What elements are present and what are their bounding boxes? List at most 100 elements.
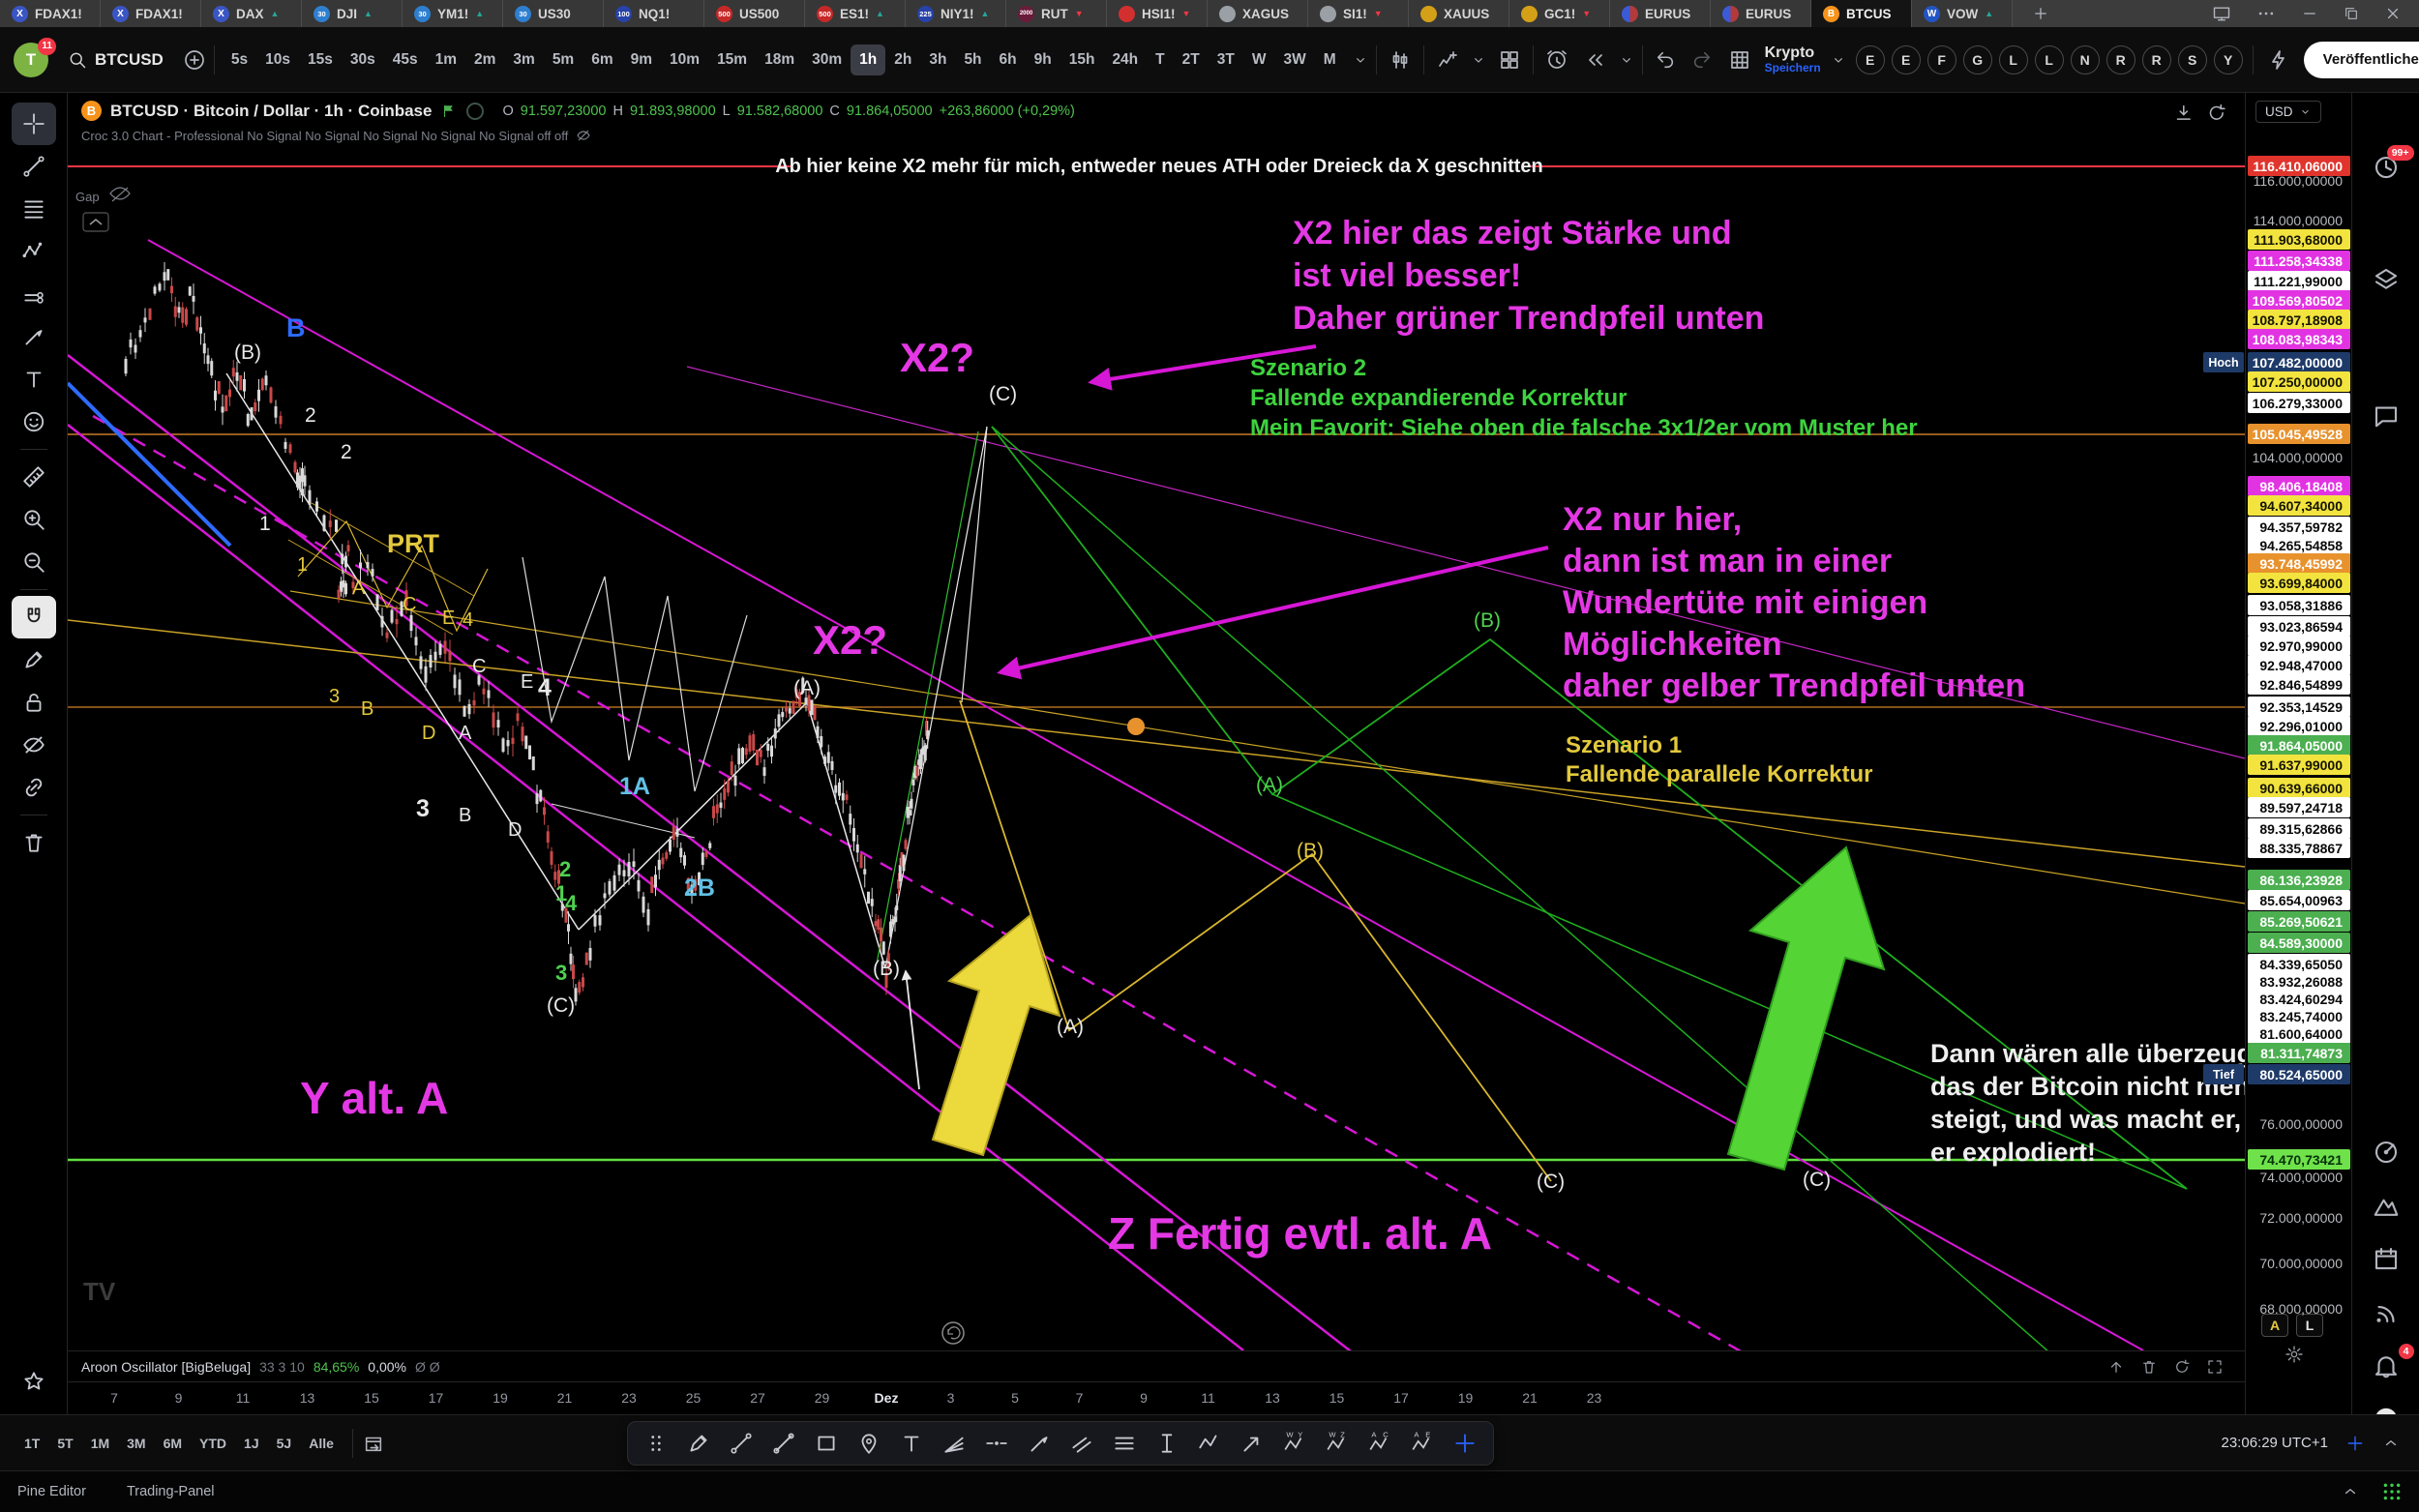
wave-label[interactable]: 3: [416, 795, 430, 822]
clock-panel-icon[interactable]: 99+: [2372, 153, 2401, 182]
timeframe-15s[interactable]: 15s: [299, 44, 342, 75]
window-tab-xauus[interactable]: XAUUS: [1409, 0, 1509, 27]
timeframe-6h[interactable]: 6h: [991, 44, 1026, 75]
wave-label[interactable]: 1: [297, 554, 308, 576]
chevron-down-icon[interactable]: [1831, 52, 1846, 68]
window-tab-xagus[interactable]: XAGUS: [1208, 0, 1308, 27]
wz-draw-tool[interactable]: WZ: [1319, 1425, 1356, 1462]
range-3m[interactable]: 3M: [118, 1430, 154, 1457]
note-marker-icon[interactable]: [1127, 718, 1145, 735]
rectpts-draw-tool[interactable]: [808, 1425, 845, 1462]
wave-label[interactable]: (A): [1256, 774, 1283, 796]
fan-draw-tool[interactable]: [936, 1425, 972, 1462]
trend-line[interactable]: [962, 427, 987, 702]
window-tab-nq1[interactable]: 100NQ1!: [604, 0, 704, 27]
magnet-tool[interactable]: [12, 596, 56, 638]
undo-button[interactable]: [1651, 45, 1680, 74]
wave-label[interactable]: D: [508, 819, 522, 841]
window-tab-ym1[interactable]: 30YM1!▲: [403, 0, 503, 27]
range-ytd[interactable]: YTD: [191, 1430, 235, 1457]
window-tab-dax[interactable]: XDAX▲: [201, 0, 302, 27]
apps-grid-icon[interactable]: [2382, 1482, 2402, 1501]
range-5j[interactable]: 5J: [268, 1430, 301, 1457]
wave-label[interactable]: 2: [341, 441, 352, 463]
wave-label[interactable]: 1A: [619, 773, 650, 800]
ray-draw-tool[interactable]: [765, 1425, 802, 1462]
timeframe-M[interactable]: M: [1315, 44, 1345, 75]
wave-label[interactable]: 3: [329, 686, 340, 707]
crosshair-tool[interactable]: [12, 103, 56, 145]
channel-draw-tool[interactable]: [1063, 1425, 1100, 1462]
wave-label[interactable]: B: [286, 313, 306, 342]
saved-layout-e[interactable]: E: [1892, 45, 1921, 74]
timeframe-5s[interactable]: 5s: [223, 44, 256, 75]
window-tab-btcus[interactable]: BBTCUS: [1811, 0, 1912, 27]
timeframe-9h[interactable]: 9h: [1026, 44, 1060, 75]
timeframe-45s[interactable]: 45s: [384, 44, 427, 75]
wave-label[interactable]: E: [521, 671, 533, 693]
timeframe-3h[interactable]: 3h: [920, 44, 955, 75]
collapse-panel-icon[interactable]: [2382, 1435, 2400, 1452]
wy-draw-tool[interactable]: WY: [1276, 1425, 1313, 1462]
link-tool[interactable]: [12, 766, 56, 809]
crosshair-blue-icon[interactable]: [2345, 1434, 2365, 1453]
avatar[interactable]: T 11: [14, 43, 48, 77]
wave-label[interactable]: (B): [873, 958, 900, 980]
timeframe-3T[interactable]: 3T: [1209, 44, 1243, 75]
timeframe-5m[interactable]: 5m: [544, 44, 582, 75]
wave-label[interactable]: (B): [1474, 609, 1501, 632]
chat-panel-icon[interactable]: [2372, 400, 2401, 430]
chart-area[interactable]: B BTCUSD · Bitcoin / Dollar · 1h · Coinb…: [68, 93, 2245, 1414]
layout-grid-button[interactable]: [1494, 44, 1525, 75]
time-axis[interactable]: 7911131517192123252729Dez357911131517192…: [68, 1381, 2245, 1414]
publish-button[interactable]: Veröffentlichen: [2304, 42, 2419, 78]
banner-note[interactable]: Ab hier keine X2 mehr für mich, entweder…: [775, 156, 1543, 177]
range-1t[interactable]: 1T: [15, 1430, 48, 1457]
timeframe-2m[interactable]: 2m: [465, 44, 504, 75]
more-options-icon[interactable]: [2256, 4, 2276, 23]
trend-tool[interactable]: [12, 145, 56, 188]
trend-line[interactable]: [226, 373, 579, 930]
collapse-legend-button[interactable]: [83, 213, 108, 231]
redo-button[interactable]: [1687, 45, 1717, 74]
ruler-tool[interactable]: [12, 456, 56, 498]
saved-layout-s[interactable]: S: [2178, 45, 2207, 74]
wave-label[interactable]: X2?: [813, 617, 887, 663]
saved-layout-e[interactable]: E: [1856, 45, 1885, 74]
annotation-text[interactable]: Dann wären alle überzeugtdas der Bitcoin…: [1930, 1039, 2245, 1167]
trash-pane-icon[interactable]: [2140, 1358, 2158, 1376]
radar-panel-icon[interactable]: [2372, 1138, 2401, 1167]
indicators-button[interactable]: [1432, 44, 1463, 75]
window-tab-gc1[interactable]: GC1!▼: [1509, 0, 1610, 27]
axis-settings-gear-icon[interactable]: [2285, 1345, 2304, 1364]
favorites-star-tool[interactable]: [12, 1360, 56, 1403]
trend-line[interactable]: [807, 702, 885, 968]
up-pane-icon[interactable]: [2107, 1358, 2125, 1376]
wave-label[interactable]: 4: [463, 609, 473, 631]
saved-layout-l[interactable]: L: [2035, 45, 2064, 74]
arrowne-draw-tool[interactable]: [1234, 1425, 1270, 1462]
range-5t[interactable]: 5T: [48, 1430, 81, 1457]
statusbar-trading-panel[interactable]: Trading-Panel: [127, 1484, 215, 1499]
screen-share-icon[interactable]: [2212, 4, 2231, 23]
wave-label[interactable]: (C): [989, 383, 1017, 405]
ac-draw-tool[interactable]: AC: [1361, 1425, 1398, 1462]
window-tab-vow[interactable]: WVOW▲: [1912, 0, 2013, 27]
timeframe-W[interactable]: W: [1243, 44, 1275, 75]
window-tab-eurus[interactable]: EURUS: [1610, 0, 1711, 27]
trend-draw-tool[interactable]: [723, 1425, 760, 1462]
trend-line[interactable]: [523, 557, 747, 791]
window-tab-fdax1[interactable]: XFDAX1!: [101, 0, 201, 27]
wave-label[interactable]: (C): [1803, 1169, 1831, 1191]
lines3-draw-tool[interactable]: [1106, 1425, 1143, 1462]
forecast-tool[interactable]: [12, 273, 56, 315]
timeframe-24h[interactable]: 24h: [1103, 44, 1147, 75]
window-tab-fdax1[interactable]: XFDAX1!: [0, 0, 101, 27]
wave-label[interactable]: X2?: [900, 335, 974, 380]
green-trend-arrow[interactable]: [1728, 847, 1884, 1170]
wave-label[interactable]: B: [459, 805, 471, 826]
window-tab-hsi1[interactable]: HSI1!▼: [1107, 0, 1208, 27]
currency-dropdown[interactable]: USD: [2255, 101, 2321, 123]
wave-label[interactable]: 4: [565, 891, 578, 915]
window-tab-es1[interactable]: 500ES1!▲: [805, 0, 906, 27]
